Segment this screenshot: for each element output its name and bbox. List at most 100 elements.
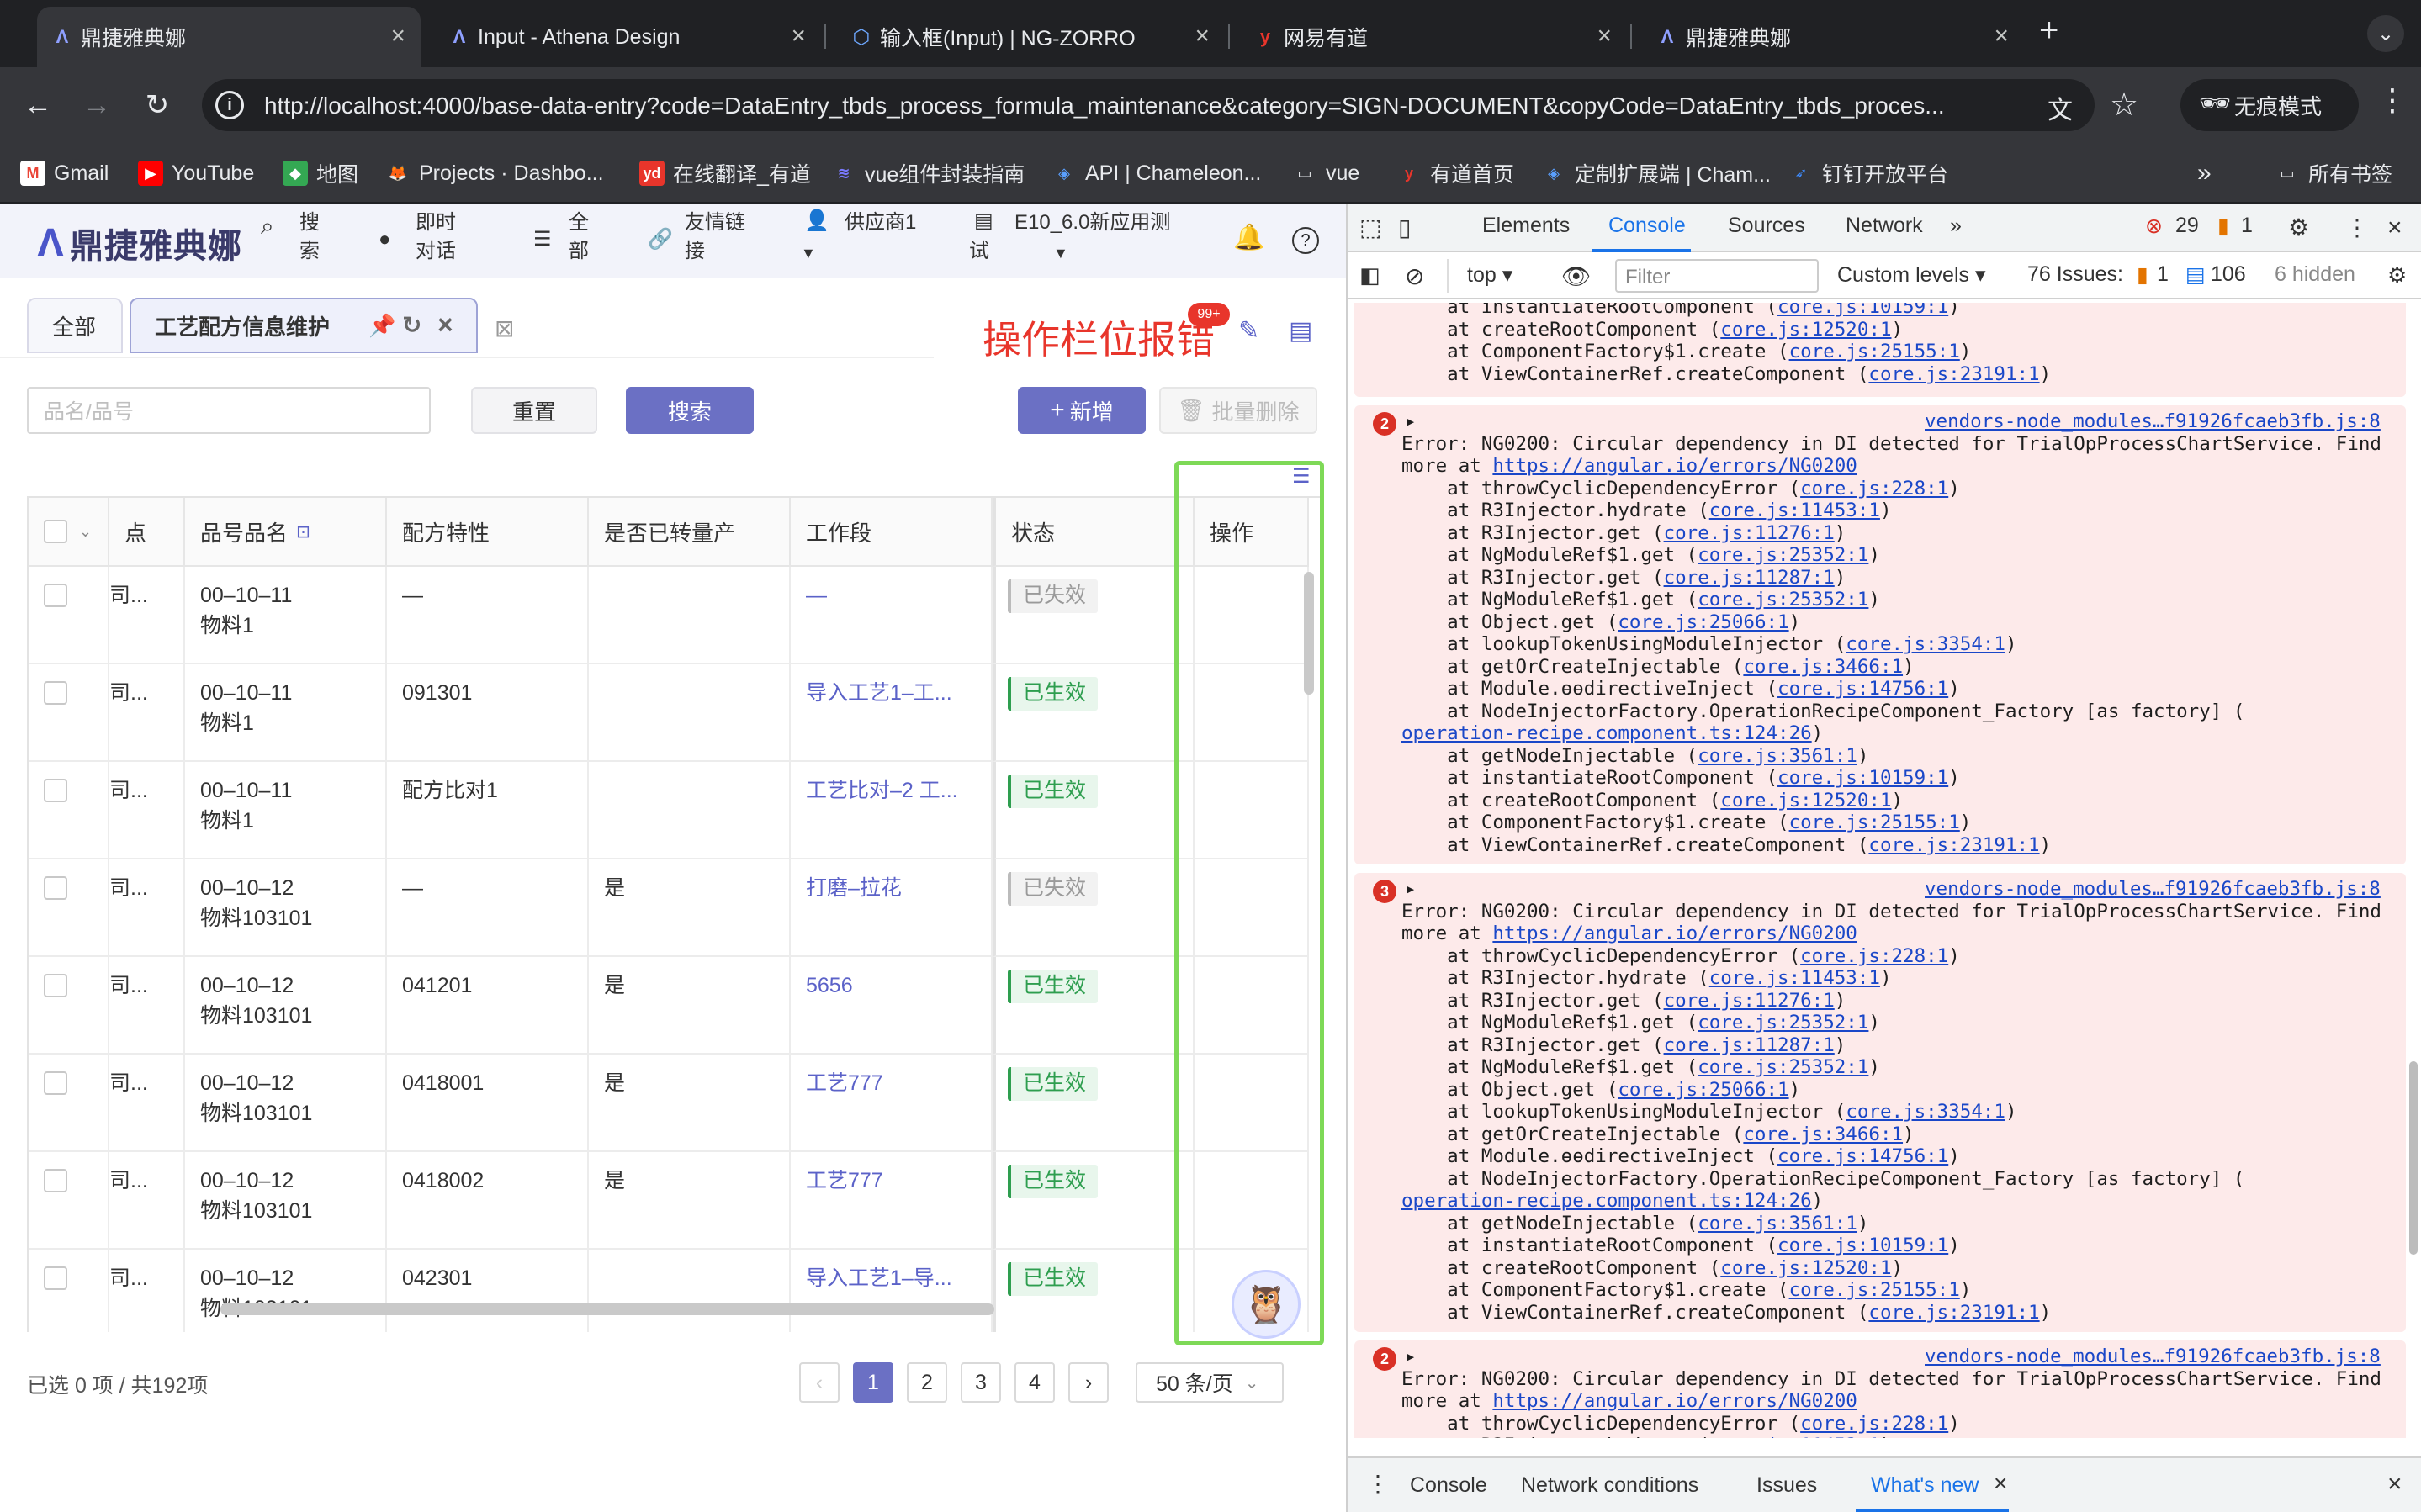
row-checkbox[interactable] bbox=[44, 1169, 67, 1192]
error-count[interactable]: 29 bbox=[2175, 214, 2199, 238]
col-header-1[interactable]: 品号品名 ⊡ bbox=[185, 498, 387, 567]
cell-work-section[interactable]: 工艺比对–2 工... bbox=[791, 762, 993, 859]
list-view-icon[interactable]: ▤ bbox=[1289, 316, 1312, 346]
expand-icon[interactable]: ▸ bbox=[1405, 1345, 1417, 1368]
help-icon[interactable]: ? bbox=[1292, 227, 1319, 254]
source-location-link[interactable]: vendors-node_modules…f91926fcaeb3fb.js:8 bbox=[1925, 1345, 2381, 1367]
browser-tab-4[interactable]: Λ 鼎捷雅典娜 × bbox=[1642, 7, 2024, 67]
bookmark-youdao-translate[interactable]: yd 在线翻译_有道 bbox=[639, 156, 811, 190]
bookmark-chameleon-api[interactable]: ◈ API | Chameleon... bbox=[1052, 156, 1261, 190]
devtools-tab-sources[interactable]: Sources bbox=[1728, 214, 1805, 238]
cell-work-section[interactable]: 5656 bbox=[791, 957, 993, 1055]
devtools-tab-console[interactable]: Console bbox=[1608, 214, 1686, 238]
row-checkbox[interactable] bbox=[44, 584, 67, 607]
expand-icon[interactable]: ▸ bbox=[1405, 410, 1417, 433]
stack-link[interactable]: core.js:3354:1 bbox=[1846, 1101, 2005, 1123]
console-settings-icon[interactable]: ⚙ bbox=[2387, 262, 2407, 288]
source-link[interactable]: operation-recipe.component.ts:124:26 bbox=[1401, 722, 1812, 744]
stack-link[interactable]: core.js:12520:1 bbox=[1720, 319, 1891, 341]
stack-link[interactable]: core.js:3466:1 bbox=[1743, 1123, 1903, 1145]
header-all[interactable]: 全部 bbox=[569, 209, 594, 266]
bell-icon[interactable]: 🔔 bbox=[1233, 224, 1264, 252]
stack-link[interactable]: core.js:228:1 bbox=[1800, 478, 1948, 500]
close-tab-icon[interactable]: × bbox=[390, 24, 405, 49]
issues-warn-count[interactable]: 1 bbox=[2157, 262, 2169, 287]
stack-link[interactable]: core.js:25352:1 bbox=[1698, 1056, 1868, 1078]
stack-link[interactable]: core.js:23191:1 bbox=[1868, 363, 2039, 385]
row-checkbox[interactable] bbox=[44, 681, 67, 705]
source-location-link[interactable]: vendors-node_modules…f91926fcaeb3fb.js:8 bbox=[1925, 410, 2381, 432]
tab-formula-maintenance[interactable]: 工艺配方信息维护 📌 ↻ × bbox=[130, 298, 478, 353]
stack-link[interactable]: core.js:23191:1 bbox=[1868, 834, 2039, 856]
clear-console-icon[interactable]: ⊘ bbox=[1405, 262, 1424, 290]
drawer-tab-network-conditions[interactable]: Network conditions bbox=[1521, 1473, 1698, 1498]
stack-link[interactable]: core.js:228:1 bbox=[1800, 1413, 1948, 1435]
bookmark-chameleon-ext[interactable]: ◈ 定制扩展端 | Cham... bbox=[1541, 156, 1771, 190]
stack-link[interactable]: core.js:14756:1 bbox=[1777, 678, 1948, 700]
stack-link[interactable]: core.js:25155:1 bbox=[1789, 341, 1960, 362]
stack-link[interactable]: core.js:25352:1 bbox=[1698, 544, 1868, 566]
drawer-menu-icon[interactable]: ⋮ bbox=[1366, 1470, 1390, 1498]
page-4[interactable]: 4 bbox=[1014, 1362, 1055, 1403]
stack-link[interactable]: core.js:228:1 bbox=[1800, 945, 1948, 967]
stack-link[interactable]: core.js:12520:1 bbox=[1720, 790, 1891, 812]
stack-link[interactable]: core.js:14756:1 bbox=[1777, 1145, 1948, 1167]
drawer-tab-console[interactable]: Console bbox=[1410, 1473, 1487, 1498]
cell-work-section[interactable]: 打磨–拉花 bbox=[791, 859, 993, 957]
devtools-tab-network[interactable]: Network bbox=[1846, 214, 1923, 238]
more-bookmarks-icon[interactable]: » bbox=[2197, 156, 2212, 190]
translate-icon[interactable]: 文 bbox=[2048, 89, 2073, 126]
bookmark-maps[interactable]: ◆ 地图 bbox=[283, 156, 358, 190]
error-doc-link[interactable]: https://angular.io/errors/NG0200 bbox=[1492, 923, 1857, 944]
tab-search-icon[interactable]: ⌄ bbox=[2367, 15, 2404, 52]
error-doc-link[interactable]: https://angular.io/errors/NG0200 bbox=[1492, 455, 1857, 477]
console-filter-input[interactable]: Filter bbox=[1615, 259, 1819, 293]
expand-icon[interactable]: ▸ bbox=[1405, 878, 1417, 901]
stack-link[interactable]: core.js:25352:1 bbox=[1698, 589, 1868, 611]
bookmark-vue-guide[interactable]: ≋ vue组件封装指南 bbox=[831, 156, 1025, 190]
user-dropdown-icon[interactable]: ▼ bbox=[801, 239, 816, 267]
page-1[interactable]: 1 bbox=[853, 1362, 893, 1403]
col-header-0[interactable]: 点 bbox=[109, 498, 185, 567]
row-checkbox[interactable] bbox=[44, 974, 67, 997]
warning-count[interactable]: 1 bbox=[2241, 214, 2253, 238]
stack-link[interactable]: core.js:11276:1 bbox=[1664, 990, 1835, 1012]
horizontal-scrollbar[interactable] bbox=[220, 1303, 994, 1315]
cell-work-section[interactable]: 导入工艺1–工... bbox=[791, 664, 993, 762]
browser-tab-2[interactable]: ⬡ 输入框(Input) | NG-ZORRO × bbox=[836, 7, 1225, 67]
close-all-tabs-icon[interactable]: ⊠ bbox=[495, 315, 514, 342]
bookmark-dingtalk[interactable]: ➶ 钉钉开放平台 bbox=[1788, 156, 1948, 190]
bookmark-gitlab[interactable]: 🦊 Projects · Dashbo... bbox=[385, 156, 604, 190]
row-checkbox[interactable] bbox=[44, 1071, 67, 1095]
app-logo[interactable]: Λ 鼎捷雅典娜 bbox=[37, 219, 242, 267]
stack-link[interactable]: core.js:3354:1 bbox=[1846, 633, 2005, 655]
browser-tab-3[interactable]: y 网易有道 × bbox=[1240, 7, 1627, 67]
page-size-select[interactable]: 50 条/页 ⌄ bbox=[1136, 1362, 1284, 1403]
bookmark-folder-vue[interactable]: ▭ vue bbox=[1292, 156, 1359, 190]
all-bookmarks[interactable]: ▭ 所有书签 bbox=[2275, 156, 2392, 190]
settings-icon[interactable]: ⚙ bbox=[2288, 214, 2309, 241]
row-checkbox[interactable] bbox=[44, 1266, 67, 1290]
cell-work-section[interactable]: 导入工艺1–导... bbox=[791, 1250, 993, 1332]
tab-all[interactable]: 全部 bbox=[27, 298, 123, 353]
browser-menu-icon[interactable]: ⋮ bbox=[2377, 82, 2408, 118]
devtools-tab-elements[interactable]: Elements bbox=[1482, 214, 1570, 238]
incognito-indicator[interactable]: 🕶 无痕模式 bbox=[2180, 79, 2359, 131]
close-devtools-icon[interactable]: × bbox=[2387, 214, 2402, 242]
new-tab-icon[interactable]: + bbox=[2039, 12, 2058, 50]
pin-icon[interactable]: 📌 bbox=[368, 313, 395, 339]
next-page-icon[interactable]: › bbox=[1068, 1362, 1109, 1403]
issues-info-count[interactable]: 106 bbox=[2211, 262, 2246, 287]
header-links[interactable]: 友情链接 bbox=[685, 209, 760, 266]
close-icon[interactable]: × bbox=[437, 309, 453, 341]
stack-link[interactable]: core.js:10159:1 bbox=[1777, 1234, 1948, 1256]
chevron-down-icon[interactable]: ⌄ bbox=[79, 523, 92, 541]
browser-tab-0[interactable]: Λ 鼎捷雅典娜 × bbox=[37, 7, 421, 67]
more-tabs-icon[interactable]: » bbox=[1950, 214, 1962, 238]
reset-button[interactable]: 重置 bbox=[471, 387, 597, 434]
stack-link[interactable]: core.js:23191:1 bbox=[1868, 1302, 2039, 1324]
inspect-icon[interactable]: ⬚ bbox=[1359, 214, 1381, 241]
assistant-owl-icon[interactable]: 🦉 bbox=[1232, 1270, 1301, 1339]
page-2[interactable]: 2 bbox=[907, 1362, 947, 1403]
drawer-tab-issues[interactable]: Issues bbox=[1756, 1473, 1817, 1498]
